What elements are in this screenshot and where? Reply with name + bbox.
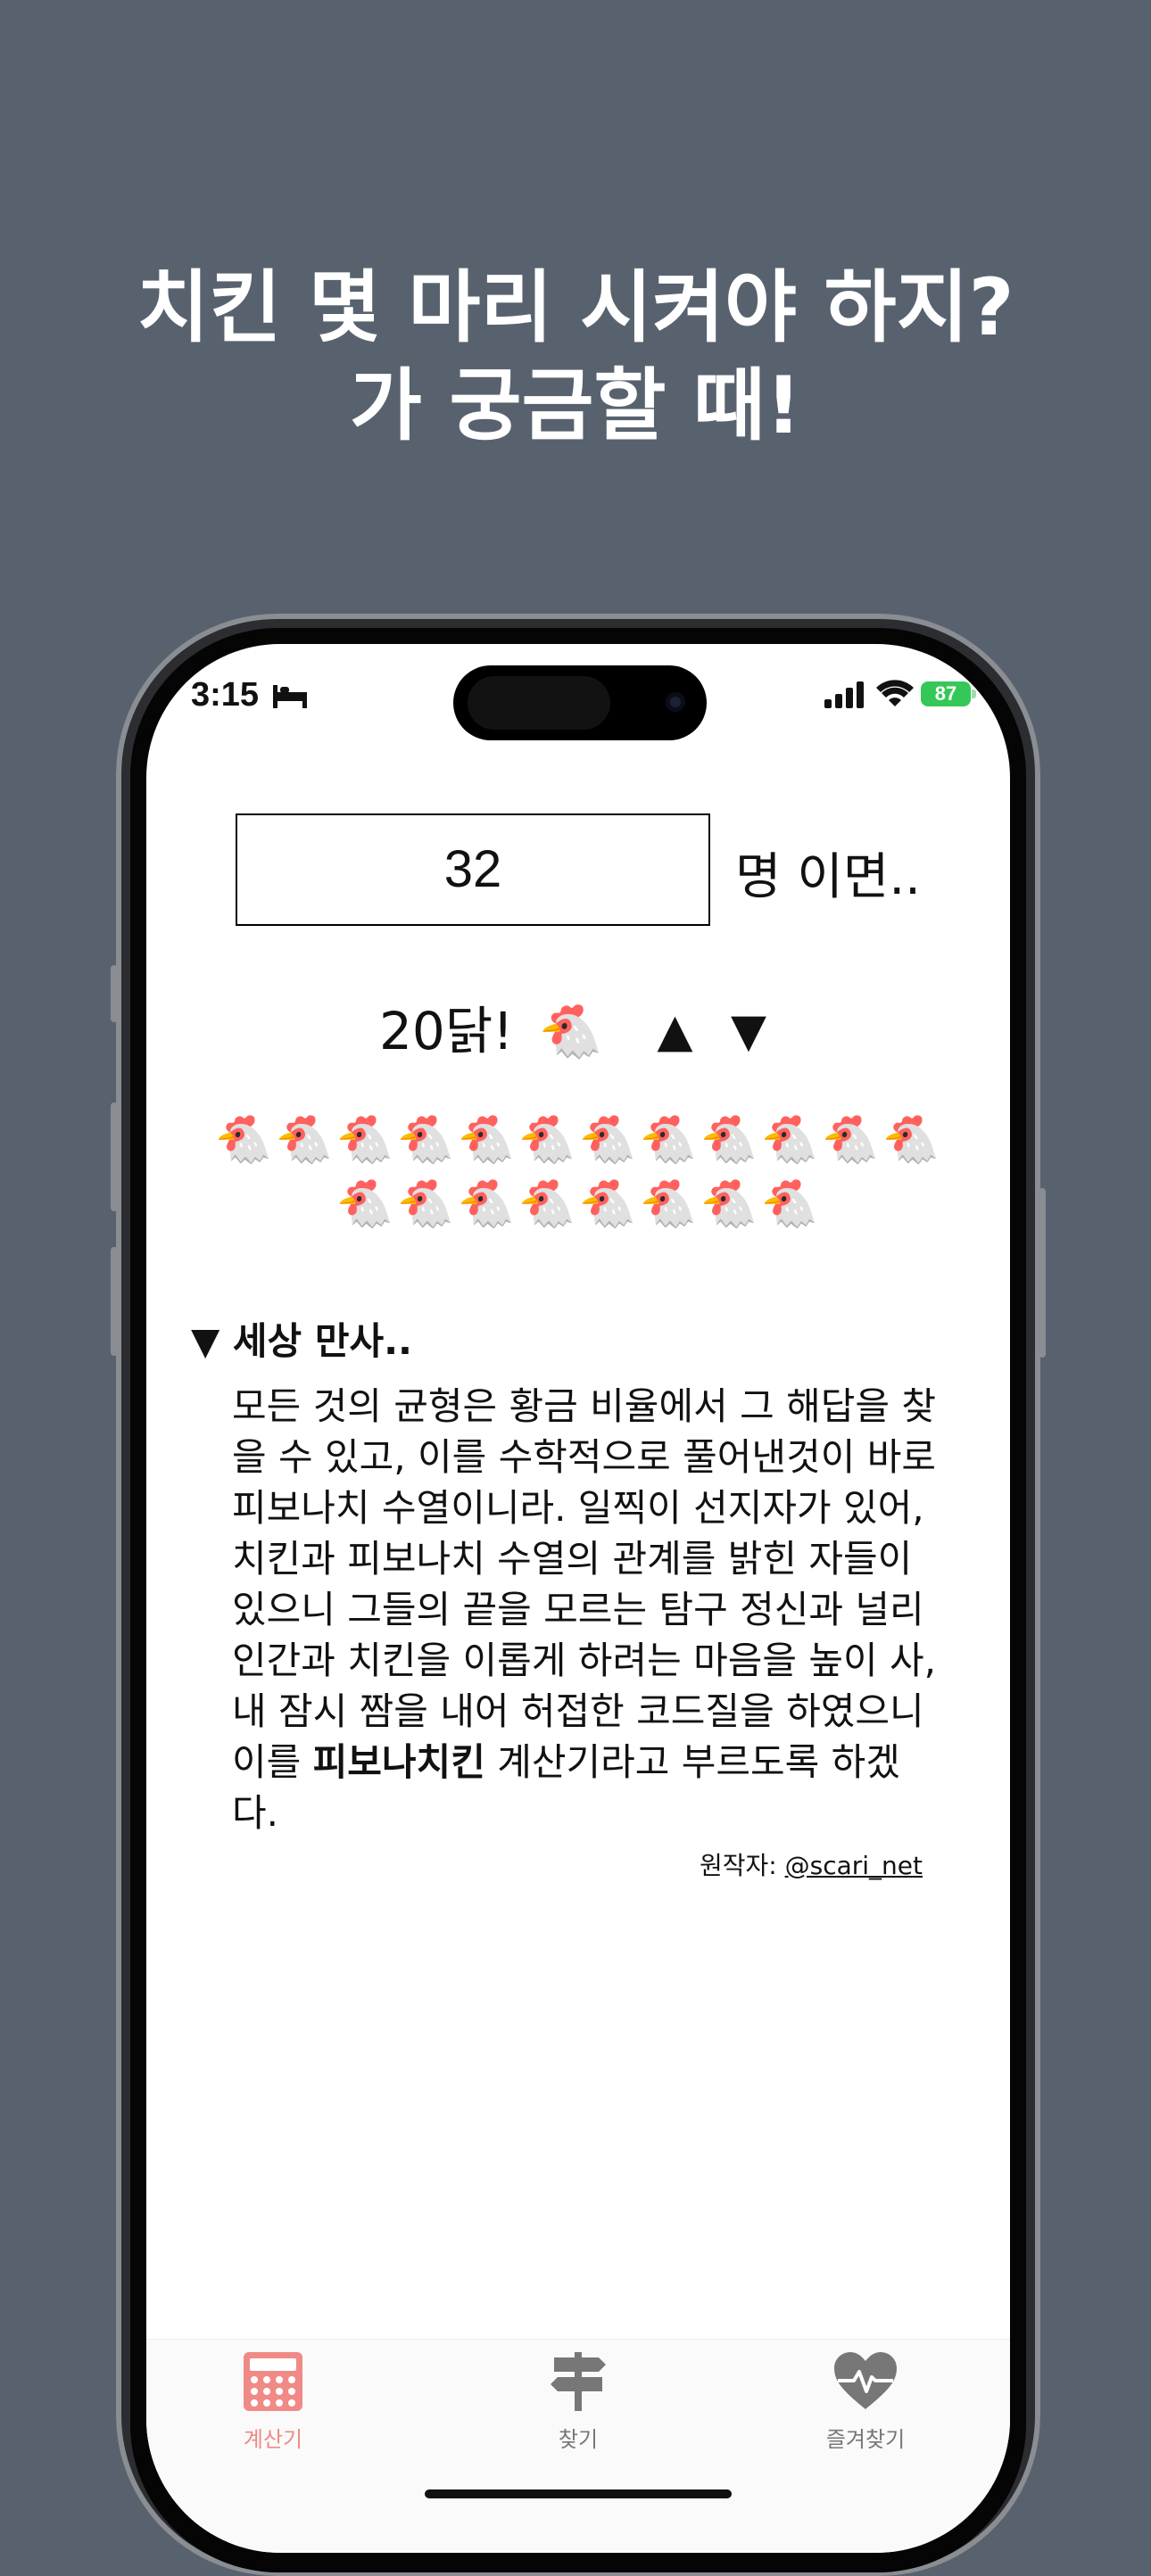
chicken-icon: 🐔 xyxy=(335,1113,396,1167)
chicken-icon: 🐔 xyxy=(882,1113,942,1167)
chicken-grid: 🐔🐔🐔🐔🐔🐔🐔🐔🐔🐔🐔🐔 🐔🐔🐔🐔🐔🐔🐔🐔 xyxy=(200,1108,956,1236)
chicken-icon: 🐔 xyxy=(578,1177,639,1231)
signpost-icon xyxy=(551,2352,606,2411)
chicken-icon: 🐔 xyxy=(700,1113,760,1167)
tab-calculator[interactable]: 계산기 xyxy=(184,2350,362,2453)
heart-pulse-icon xyxy=(834,2352,897,2409)
increase-button[interactable]: ▲ xyxy=(647,995,704,1067)
status-time: 3:15 xyxy=(191,676,260,714)
tab-bar: 계산기 찾기 즐겨찾기 xyxy=(146,2339,1010,2553)
chicken-icon: 🐔 xyxy=(457,1113,518,1167)
chicken-icon: 🐔 xyxy=(639,1113,700,1167)
action-button xyxy=(111,965,118,1022)
tab-favorites-label: 즐겨찾기 xyxy=(825,2427,906,2452)
chicken-icon: 🐔 xyxy=(335,1177,396,1231)
dynamic-island xyxy=(453,665,707,740)
credit-link[interactable]: @scari_net xyxy=(785,1851,923,1880)
volume-down-button xyxy=(111,1247,118,1356)
about-paragraph: 모든 것의 균형은 황금 비율에서 그 해답을 찾을 수 있고, 이를 수학적으… xyxy=(232,1381,937,1838)
wifi-icon xyxy=(876,680,914,706)
chicken-icon: 🐔 xyxy=(396,1113,457,1167)
chicken-icon: 🐔 xyxy=(700,1177,760,1231)
about-text-1: 모든 것의 균형은 황금 비율에서 그 해답을 찾을 수 있고, 이를 수학적으… xyxy=(232,1384,936,1784)
power-button xyxy=(1039,1188,1046,1358)
tab-calculator-label: 계산기 xyxy=(243,2427,303,2452)
dynamic-island-inner xyxy=(468,676,610,730)
app-screen: 3:15 87 32 명 이면.. 20닭! 🐔 ▲ ▼ 🐔🐔🐔🐔🐔🐔🐔🐔🐔🐔🐔… xyxy=(146,644,1010,2553)
battery-icon: 87 xyxy=(921,681,971,706)
volume-up-button xyxy=(111,1102,118,1211)
about-toggle[interactable]: ▼ 세상 만사.. xyxy=(191,1311,412,1366)
cellular-signal-icon xyxy=(824,681,864,708)
decrease-button[interactable]: ▼ xyxy=(720,995,777,1067)
chicken-icon: 🐔 xyxy=(214,1113,275,1167)
home-indicator[interactable] xyxy=(425,2489,732,2498)
sleep-focus-icon xyxy=(273,685,307,708)
tab-find[interactable]: 찾기 xyxy=(489,2350,667,2453)
tab-find-label: 찾기 xyxy=(558,2427,599,2452)
headline-line-1: 치킨 몇 마리 시켜야 하지? xyxy=(137,261,1014,353)
chicken-icon: 🐔 xyxy=(396,1177,457,1231)
chicken-icon: 🐔 xyxy=(457,1177,518,1231)
chicken-icon: 🐔 xyxy=(760,1113,821,1167)
people-suffix-label: 명 이면.. xyxy=(735,848,921,906)
tab-favorites[interactable]: 즐겨찾기 xyxy=(776,2350,955,2453)
front-camera xyxy=(666,692,685,712)
credit-label: 원작자: xyxy=(699,1851,777,1880)
about-bold-text: 피보나치킨 xyxy=(312,1740,485,1784)
chicken-icon: 🐔 xyxy=(821,1113,882,1167)
chicken-icon: 🐔 xyxy=(518,1113,578,1167)
chicken-icon: 🐔 xyxy=(760,1177,821,1231)
calculator-icon xyxy=(244,2352,302,2411)
chicken-icon: 🐔 xyxy=(275,1113,335,1167)
chicken-icon: 🐔 xyxy=(639,1177,700,1231)
result-row: 20닭! 🐔 ▲ ▼ xyxy=(146,992,1010,1067)
chicken-icon: 🐔 xyxy=(538,1000,604,1061)
headline-line-2: 가 궁금할 때! xyxy=(349,359,802,451)
chicken-icon: 🐔 xyxy=(578,1113,639,1167)
promo-headline: 치킨 몇 마리 시켜야 하지? 가 궁금할 때! xyxy=(0,259,1151,455)
credit-line: 원작자: @scari_net xyxy=(700,1846,923,1882)
people-count-input[interactable]: 32 xyxy=(236,813,710,926)
result-text: 20닭! xyxy=(379,1000,514,1061)
battery-tip xyxy=(972,689,976,698)
chicken-icon: 🐔 xyxy=(518,1177,578,1231)
